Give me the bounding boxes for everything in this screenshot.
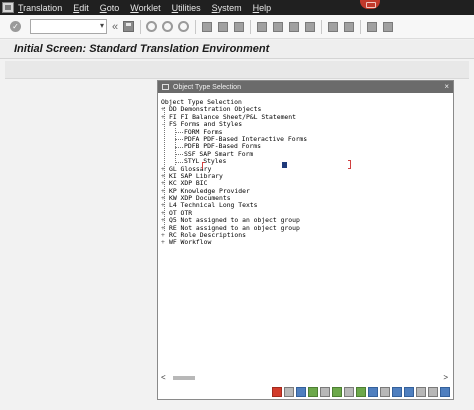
tree-node-label: WF Workflow bbox=[169, 238, 212, 247]
menu-utilities[interactable]: Utilities bbox=[172, 3, 201, 13]
collapse-node-icon[interactable]: - bbox=[161, 120, 169, 128]
sap-menu-icon[interactable] bbox=[2, 2, 14, 13]
print-icon[interactable] bbox=[202, 21, 213, 32]
expand-subtree-icon[interactable] bbox=[320, 386, 330, 397]
text-marker bbox=[202, 162, 205, 169]
select-icon[interactable] bbox=[284, 386, 294, 397]
first-page-icon[interactable] bbox=[257, 21, 268, 32]
exit-icon[interactable] bbox=[162, 21, 174, 32]
find-icon[interactable] bbox=[392, 386, 402, 397]
collapse-all-icon[interactable] bbox=[308, 386, 318, 397]
selection-cursor bbox=[282, 162, 287, 168]
collapse-subtree-icon[interactable] bbox=[332, 386, 342, 397]
shortcut-icon[interactable] bbox=[344, 21, 355, 32]
field-bracket bbox=[348, 160, 351, 169]
print-icon[interactable] bbox=[416, 386, 426, 397]
cancel-icon[interactable] bbox=[272, 386, 282, 397]
horizontal-scrollbar[interactable]: < > bbox=[161, 374, 448, 382]
menu-goto[interactable]: Goto bbox=[100, 3, 120, 13]
window-icon bbox=[162, 84, 169, 90]
dialog-title: Object Type Selection bbox=[173, 83, 241, 91]
object-type-selection-dialog: Object Type Selection × Object Type Sele… bbox=[157, 80, 454, 400]
find-next-icon[interactable] bbox=[404, 386, 414, 397]
scroll-thumb[interactable] bbox=[172, 376, 195, 380]
find-icon[interactable] bbox=[218, 21, 229, 32]
last-page-icon[interactable] bbox=[305, 21, 316, 32]
toolbar-separator bbox=[140, 19, 142, 34]
command-chevron-icon[interactable]: « bbox=[112, 20, 118, 34]
first-icon[interactable] bbox=[344, 386, 354, 397]
find-next-icon[interactable] bbox=[234, 21, 245, 32]
toolbar-separator bbox=[321, 19, 323, 34]
toolbar-separator bbox=[195, 19, 197, 34]
expand-node-icon[interactable]: + bbox=[161, 239, 169, 247]
next-icon[interactable] bbox=[368, 386, 378, 397]
command-input[interactable] bbox=[31, 20, 91, 33]
application-toolbar bbox=[5, 61, 469, 79]
dialog-button-bar bbox=[158, 384, 453, 399]
menu-worklet[interactable]: Worklet bbox=[130, 3, 160, 13]
scroll-track[interactable] bbox=[195, 376, 444, 380]
dialog-title-bar: Object Type Selection × bbox=[158, 81, 453, 93]
expand-all-icon[interactable] bbox=[296, 386, 306, 397]
menu-bar: Translation Edit Goto Worklet Utilities … bbox=[0, 0, 474, 15]
menu-system[interactable]: System bbox=[212, 3, 242, 13]
dialog-close-icon[interactable]: × bbox=[444, 81, 449, 93]
settings-icon[interactable] bbox=[428, 386, 438, 397]
enter-check-icon[interactable]: ✓ bbox=[10, 21, 21, 32]
tree-node[interactable]: + L4 Technical Long Texts bbox=[161, 202, 441, 210]
menu-translation[interactable]: Translation bbox=[18, 3, 62, 13]
standard-toolbar: ✓ ▾ « bbox=[0, 15, 474, 39]
scroll-left-icon[interactable]: < bbox=[161, 374, 166, 382]
window-close-button[interactable] bbox=[360, 0, 380, 9]
new-session-icon[interactable] bbox=[328, 21, 339, 32]
chevron-down-icon[interactable]: ▾ bbox=[100, 21, 104, 30]
scroll-right-icon[interactable]: > bbox=[443, 374, 448, 382]
title-bar: Initial Screen: Standard Translation Env… bbox=[0, 40, 474, 59]
save-icon[interactable] bbox=[123, 21, 135, 32]
command-field[interactable]: ▾ bbox=[30, 19, 107, 34]
previous-icon[interactable] bbox=[356, 386, 366, 397]
page-title: Initial Screen: Standard Translation Env… bbox=[14, 43, 270, 55]
next-page-icon[interactable] bbox=[289, 21, 300, 32]
toolbar-separator bbox=[360, 19, 362, 34]
tree-node[interactable]: + WF Workflow bbox=[161, 238, 441, 247]
menu-edit[interactable]: Edit bbox=[73, 3, 89, 13]
info-icon[interactable] bbox=[440, 386, 450, 397]
previous-page-icon[interactable] bbox=[273, 21, 284, 32]
last-icon[interactable] bbox=[380, 386, 390, 397]
help-icon[interactable] bbox=[367, 21, 378, 32]
cancel-icon[interactable] bbox=[178, 21, 190, 32]
toolbar-separator bbox=[250, 19, 252, 34]
menu-help[interactable]: Help bbox=[253, 3, 272, 13]
layout-menu-icon[interactable] bbox=[383, 21, 394, 32]
object-type-tree: Object Type Selection + DD Demonstration … bbox=[161, 98, 441, 247]
back-icon[interactable] bbox=[146, 21, 158, 32]
